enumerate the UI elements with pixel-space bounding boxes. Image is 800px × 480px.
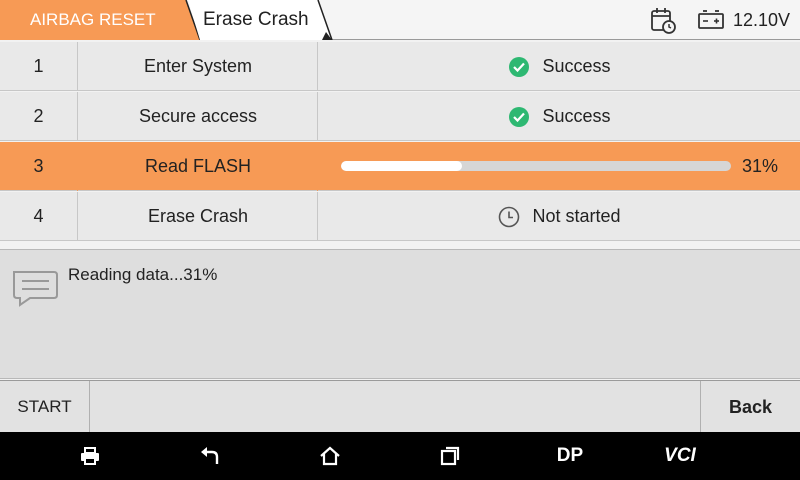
- step-name: Enter System: [79, 42, 318, 91]
- step-status-text: Success: [542, 106, 611, 126]
- step-status-text: Success: [542, 56, 611, 76]
- dp-button[interactable]: DP: [540, 432, 600, 480]
- step-name: Secure access: [79, 92, 318, 141]
- breadcrumb-label: Erase Crash: [203, 9, 309, 30]
- status-area: 12.10V: [629, 6, 790, 34]
- calendar-clock-icon[interactable]: [649, 6, 677, 34]
- step-status-text: Not started: [532, 206, 621, 226]
- vci-label: VCI: [664, 445, 696, 466]
- home-icon: [320, 446, 340, 466]
- message-text: Reading data...31%: [68, 265, 218, 284]
- step-number: 2: [0, 92, 78, 141]
- table-row: 2 Secure access Success: [0, 92, 800, 141]
- back-button[interactable]: Back: [700, 381, 800, 433]
- action-bar: START Back: [0, 380, 800, 433]
- progress-fill: [341, 161, 462, 171]
- home-button[interactable]: [300, 432, 360, 480]
- recent-apps-button[interactable]: [420, 432, 480, 480]
- back-nav-button[interactable]: [180, 432, 240, 480]
- step-status: 31%: [319, 142, 800, 191]
- step-number: 3: [0, 142, 78, 191]
- step-status: Success: [319, 92, 800, 141]
- step-status: Not started: [319, 192, 800, 241]
- step-status: Success: [319, 42, 800, 91]
- clock-icon: [499, 206, 520, 227]
- step-name: Read FLASH: [79, 142, 318, 191]
- battery-icon: [698, 10, 724, 29]
- breadcrumb-erase-crash[interactable]: Erase Crash: [188, 0, 333, 40]
- print-button[interactable]: [60, 432, 120, 480]
- table-row-active: 3 Read FLASH 31%: [0, 142, 800, 191]
- vci-button[interactable]: VCI: [650, 432, 710, 480]
- printer-icon: [81, 447, 99, 465]
- table-row: 4 Erase Crash Not started: [0, 192, 800, 241]
- step-number: 4: [0, 192, 78, 241]
- system-nav-bar: DP VCI: [0, 432, 800, 480]
- message-icon: [13, 271, 58, 307]
- progress-bar: [341, 161, 731, 171]
- message-panel: Reading data...31%: [0, 249, 800, 379]
- dp-label: DP: [556, 445, 584, 466]
- breadcrumb-airbag-reset[interactable]: AIRBAG RESET: [0, 0, 200, 40]
- back-arrow-icon: [201, 447, 219, 464]
- steps-table: 1 Enter System Success 2 Secure access S…: [0, 42, 800, 242]
- check-circle-icon: [509, 56, 530, 77]
- table-row: 1 Enter System Success: [0, 42, 800, 91]
- start-button[interactable]: START: [0, 381, 90, 433]
- top-bar: AIRBAG RESET Erase Crash 12.10V: [0, 0, 800, 40]
- recent-apps-icon: [440, 446, 460, 466]
- step-name: Erase Crash: [79, 192, 318, 241]
- progress-percent: 31%: [741, 156, 778, 176]
- step-number: 1: [0, 42, 78, 91]
- voltage-readout: 12.10V: [732, 9, 790, 30]
- check-circle-icon: [509, 106, 530, 127]
- breadcrumb-label: AIRBAG RESET: [30, 10, 156, 29]
